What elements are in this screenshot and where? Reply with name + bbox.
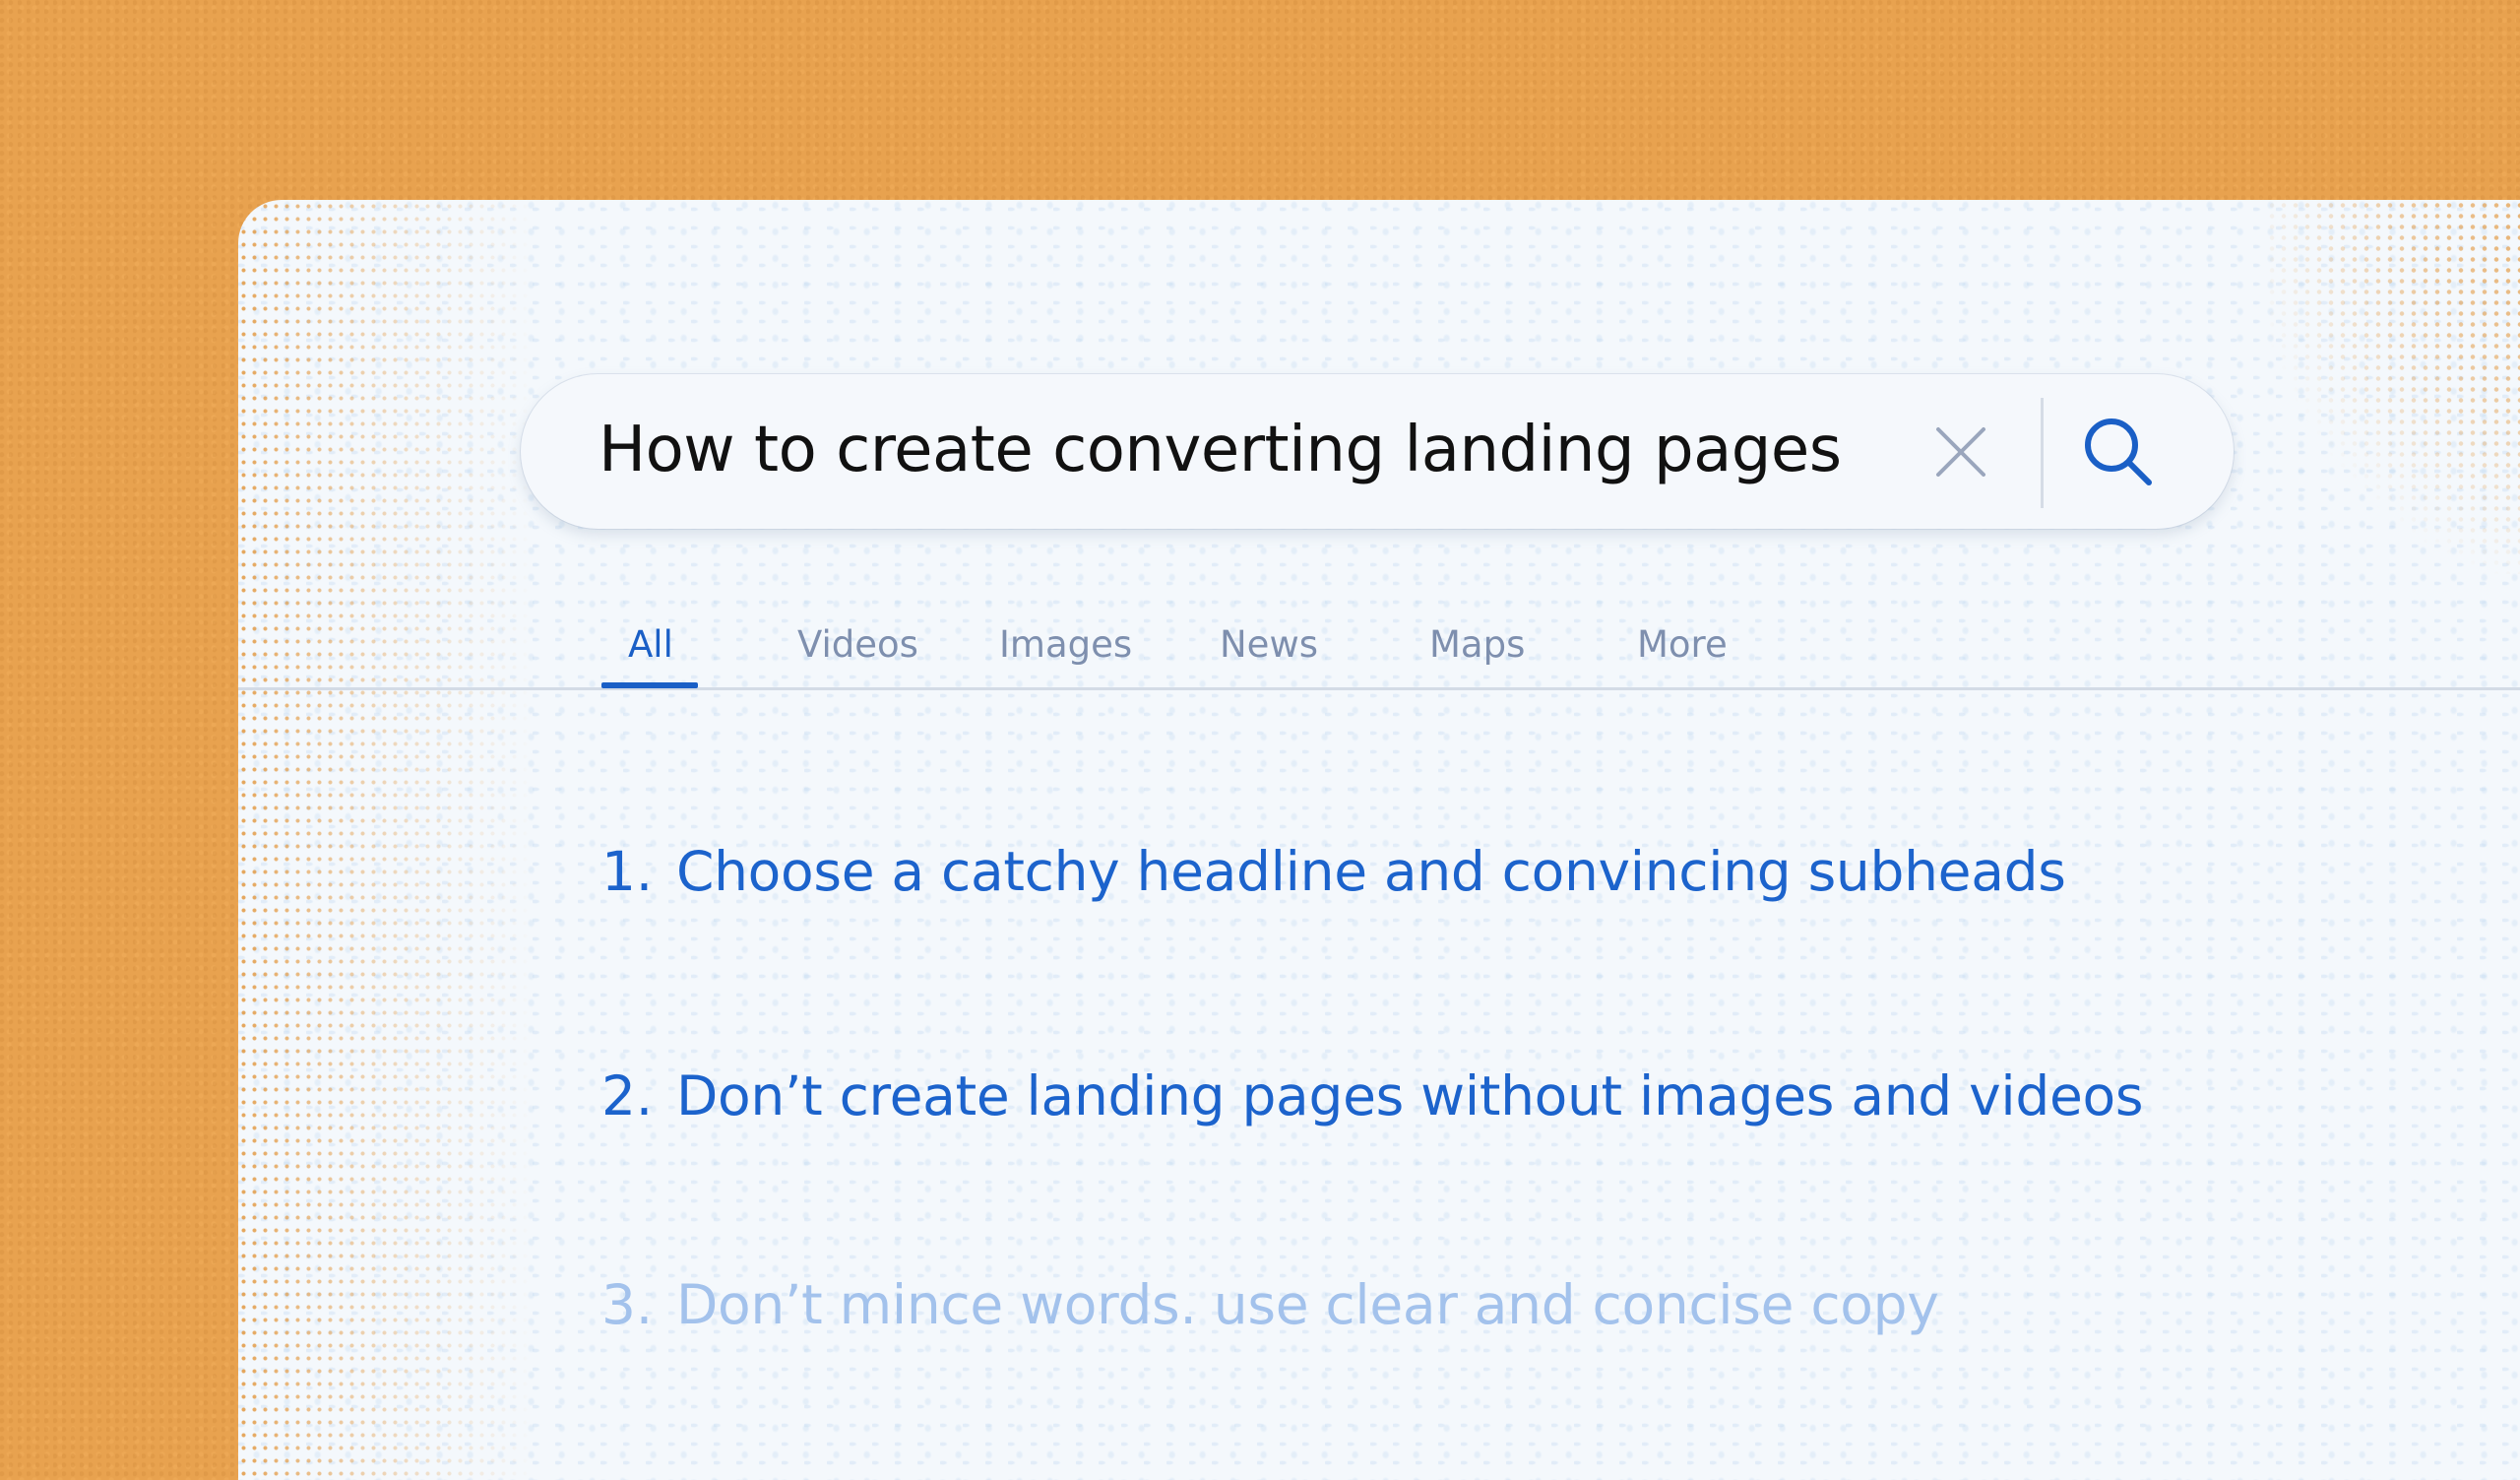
search-bar[interactable]: How to create converting landing pages [521,374,2234,529]
search-icon [2085,418,2152,485]
result-item[interactable]: 1. Choose a catchy headline and convincin… [601,840,2066,903]
result-text: Don’t create landing pages without image… [676,1064,2144,1127]
search-input[interactable]: How to create converting landing pages [598,414,1842,486]
tab-images[interactable]: Images [999,623,1132,666]
decorative-speckle-right [2266,200,2520,574]
decorative-speckle-left [238,200,534,1480]
tab-maps[interactable]: Maps [1429,623,1525,666]
tab-videos[interactable]: Videos [797,623,918,666]
search-tabs: All Videos Images News Maps More [238,623,2520,690]
tab-more[interactable]: More [1637,623,1728,666]
result-text: Choose a catchy headline and convincing … [676,840,2066,903]
active-tab-indicator [601,682,698,688]
tab-all[interactable]: All [628,623,673,666]
result-text: Don’t mince words. use clear and concise… [676,1273,1939,1336]
search-page-card: How to create converting landing pages A… [238,200,2520,1480]
result-number: 2. [601,1064,653,1127]
result-item[interactable]: 2. Don’t create landing pages without ima… [601,1064,2143,1127]
search-submit-button[interactable] [2076,410,2165,498]
tabs-divider [238,687,2520,690]
result-item[interactable]: 3. Don’t mince words. use clear and conci… [601,1273,1939,1336]
result-number: 3. [601,1273,653,1336]
clear-search-button[interactable] [1926,418,1995,486]
search-divider [2041,398,2044,508]
tab-news[interactable]: News [1220,623,1318,666]
close-icon [1936,427,1985,477]
result-number: 1. [601,840,653,903]
